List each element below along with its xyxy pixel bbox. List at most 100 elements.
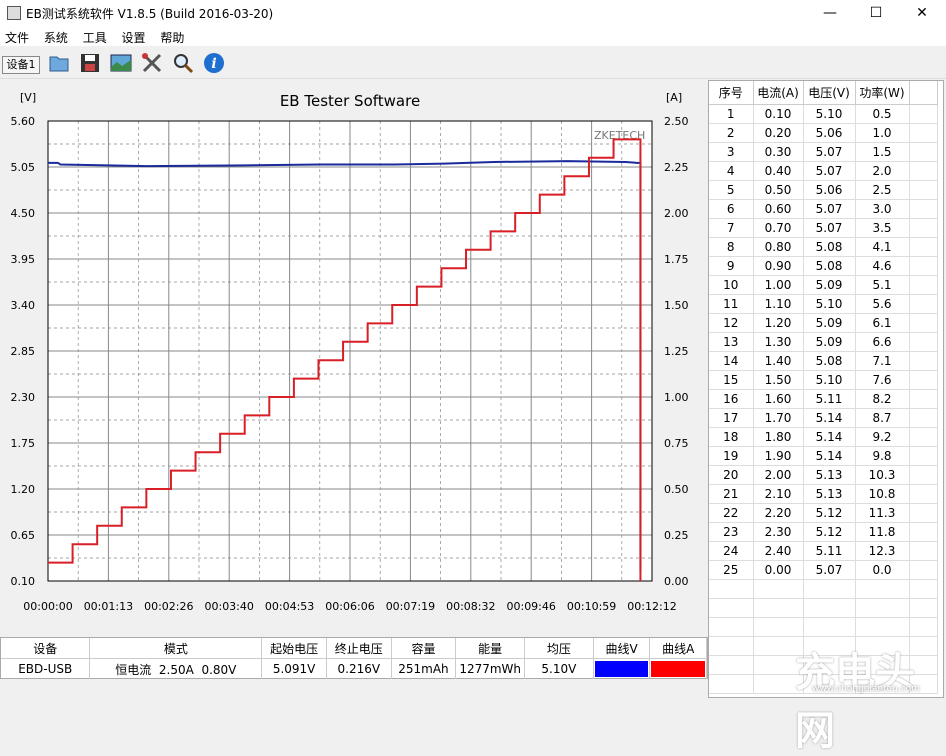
- x-tick-label: 00:01:13: [84, 600, 133, 613]
- table-cell: 5.12: [803, 503, 856, 523]
- table-cell: 1.0: [855, 123, 910, 143]
- table-cell: 5.08: [803, 351, 856, 371]
- status-panel: 设备 模式 起始电压 终止电压 容量 能量 均压 曲线V 曲线A EBD-USB…: [0, 637, 708, 679]
- table-row[interactable]: 5 0.50 5.06 2.5: [709, 180, 938, 200]
- table-cell: 5.09: [803, 275, 856, 295]
- table-cell: 0.20: [753, 123, 804, 143]
- table-row[interactable]: 9 0.90 5.08 4.6: [709, 256, 938, 276]
- title-bar: EB测试系统软件 V1.8.5 (Build 2016-03-20) — ☐ ✕: [0, 0, 946, 26]
- status-header-end-voltage: 终止电压: [326, 638, 392, 659]
- table-cell: 5.06: [803, 123, 856, 143]
- table-cell: 0.90: [753, 256, 804, 276]
- table-header-cell: 电压(V): [803, 81, 856, 105]
- table-cell: 5.07: [803, 199, 856, 219]
- status-end-voltage: 0.216V: [326, 658, 392, 679]
- y-right-tick-label: 1.00: [664, 391, 689, 404]
- table-row[interactable]: 22 2.20 5.12 11.3: [709, 503, 938, 523]
- table-row[interactable]: 16 1.60 5.11 8.2: [709, 389, 938, 409]
- menu-tools[interactable]: 工具: [78, 26, 113, 46]
- table-row[interactable]: 11 1.10 5.10 5.6: [709, 294, 938, 314]
- table-row[interactable]: 20 2.00 5.13 10.3: [709, 465, 938, 485]
- close-icon[interactable]: ✕: [899, 0, 945, 26]
- table-cell: 0.5: [855, 104, 910, 124]
- save-icon[interactable]: [78, 51, 102, 75]
- table-cell: 5.1: [855, 275, 910, 295]
- maximize-icon[interactable]: ☐: [853, 0, 899, 26]
- y-right-tick-label: 0.25: [664, 529, 689, 542]
- table-row[interactable]: 7 0.70 5.07 3.5: [709, 218, 938, 238]
- table-cell: 5.06: [803, 180, 856, 200]
- table-row[interactable]: 23 2.30 5.12 11.8: [709, 522, 938, 542]
- table-cell: 9.2: [855, 427, 910, 447]
- table-row[interactable]: 25 0.00 5.07 0.0: [709, 560, 938, 580]
- table-row[interactable]: 18 1.80 5.14 9.2: [709, 427, 938, 447]
- table-cell: 8: [709, 237, 754, 257]
- table-cell: 6.1: [855, 313, 910, 333]
- table-cell: 22: [709, 503, 754, 523]
- app-icon: [7, 6, 21, 20]
- table-row-empty: [709, 598, 938, 618]
- y-right-tick-label: 0.75: [664, 437, 689, 450]
- table-row[interactable]: 15 1.50 5.10 7.6: [709, 370, 938, 390]
- y-right-tick-label: 1.50: [664, 299, 689, 312]
- table-row[interactable]: 19 1.90 5.14 9.8: [709, 446, 938, 466]
- table-cell: 3: [709, 142, 754, 162]
- table-cell: 0.10: [753, 104, 804, 124]
- table-cell: 5.10: [803, 104, 856, 124]
- menu-help[interactable]: 帮助: [155, 26, 190, 46]
- x-tick-label: 00:06:06: [325, 600, 374, 613]
- curve-v-color-swatch[interactable]: [593, 658, 651, 679]
- table-cell: 0.60: [753, 199, 804, 219]
- table-row[interactable]: 6 0.60 5.07 3.0: [709, 199, 938, 219]
- table-row[interactable]: 12 1.20 5.09 6.1: [709, 313, 938, 333]
- table-row[interactable]: 4 0.40 5.07 2.0: [709, 161, 938, 181]
- table-row[interactable]: 8 0.80 5.08 4.1: [709, 237, 938, 257]
- table-cell: 0.40: [753, 161, 804, 181]
- table-row[interactable]: 24 2.40 5.11 12.3: [709, 541, 938, 561]
- table-cell: 1.50: [753, 370, 804, 390]
- table-row[interactable]: 2 0.20 5.06 1.0: [709, 123, 938, 143]
- y-left-tick-label: 4.50: [11, 207, 36, 220]
- menu-system[interactable]: 系统: [39, 26, 74, 46]
- menu-file[interactable]: 文件: [0, 26, 35, 46]
- table-row[interactable]: 13 1.30 5.09 6.6: [709, 332, 938, 352]
- table-cell: 3.0: [855, 199, 910, 219]
- minimize-icon[interactable]: —: [807, 0, 853, 26]
- table-cell: 21: [709, 484, 754, 504]
- table-cell: 2.20: [753, 503, 804, 523]
- y-left-tick-label: 1.75: [11, 437, 36, 450]
- y-right-tick-label: 0.50: [664, 483, 689, 496]
- table-cell: 11: [709, 294, 754, 314]
- table-cell: 5.08: [803, 256, 856, 276]
- device-button[interactable]: 设备1: [2, 56, 40, 74]
- table-row[interactable]: 3 0.30 5.07 1.5: [709, 142, 938, 162]
- table-row[interactable]: 14 1.40 5.08 7.1: [709, 351, 938, 371]
- table-row[interactable]: 10 1.00 5.09 5.1: [709, 275, 938, 295]
- status-header-start-voltage: 起始电压: [261, 638, 327, 659]
- open-folder-icon[interactable]: [47, 51, 71, 75]
- data-table[interactable]: 序号 电流(A) 电压(V) 功率(W) 1 0.10 5.10 0.5 2 0.20 5.06 1…: [708, 80, 944, 698]
- table-cell: 12: [709, 313, 754, 333]
- table-cell: 1.90: [753, 446, 804, 466]
- table-cell: 5.14: [803, 408, 856, 428]
- table-cell: 7.6: [855, 370, 910, 390]
- table-row[interactable]: 21 2.10 5.13 10.8: [709, 484, 938, 504]
- table-cell: 5.13: [803, 484, 856, 504]
- table-cell: 5.13: [803, 465, 856, 485]
- table-cell: 16: [709, 389, 754, 409]
- table-cell: 24: [709, 541, 754, 561]
- table-row[interactable]: 17 1.70 5.14 8.7: [709, 408, 938, 428]
- chart-view-icon[interactable]: [109, 51, 133, 75]
- info-icon[interactable]: i: [202, 51, 226, 75]
- table-cell: 9: [709, 256, 754, 276]
- search-icon[interactable]: [171, 51, 195, 75]
- curve-a-color-swatch[interactable]: [649, 658, 707, 679]
- table-row[interactable]: 1 0.10 5.10 0.5: [709, 104, 938, 124]
- table-cell: 5.07: [803, 161, 856, 181]
- menu-settings[interactable]: 设置: [117, 26, 152, 46]
- tools-icon[interactable]: [140, 51, 164, 75]
- table-cell: 14: [709, 351, 754, 371]
- table-cell: 7: [709, 218, 754, 238]
- y-right-tick-label: 1.25: [664, 345, 689, 358]
- status-header-energy: 能量: [455, 638, 526, 659]
